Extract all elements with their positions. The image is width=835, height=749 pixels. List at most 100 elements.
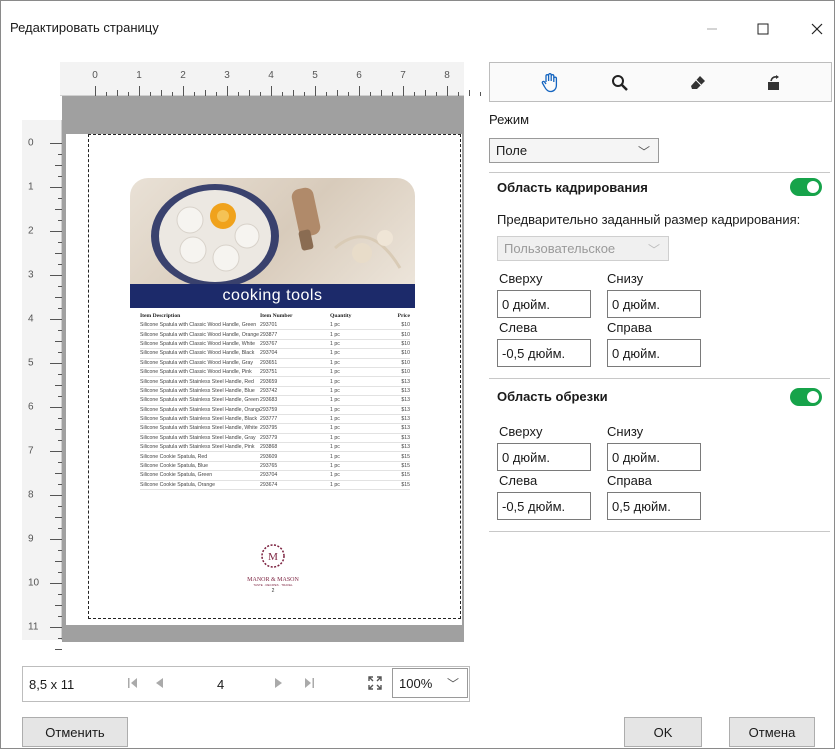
table-cell: $13: [401, 444, 410, 451]
eraser-icon[interactable]: [678, 69, 718, 97]
table-cell: Silicone Spatula with Stainless Steel Ha…: [140, 416, 258, 423]
ruler-tick: [55, 297, 62, 298]
table-row: Silicone Cookie Spatula, Red 293609 1 pc $1…: [140, 452, 410, 462]
ruler-tick: [55, 165, 62, 166]
crop-area-title: Область кадрирования: [497, 180, 648, 195]
ruler-tick: [50, 275, 62, 276]
ruler-label: 11: [28, 621, 39, 633]
ruler-tick: [50, 495, 62, 496]
crop-left-input[interactable]: -0,5 дюйм.: [497, 339, 591, 367]
trim-area-toggle[interactable]: [790, 388, 822, 406]
zoom-dropdown[interactable]: 100% ﹀: [392, 668, 468, 698]
table-cell: Silicone Cookie Spatula, Green: [140, 472, 213, 479]
reset-button[interactable]: Отменить: [22, 717, 128, 747]
preset-value: Пользовательское: [504, 241, 616, 256]
table-cell: 1 pc: [330, 340, 340, 347]
table-cell: $15: [401, 463, 410, 470]
ruler-label: 2: [28, 225, 34, 237]
rotate-page-icon[interactable]: [754, 69, 794, 97]
crop-top-input[interactable]: 0 дюйм.: [497, 290, 591, 318]
page-number-field[interactable]: 4: [217, 677, 224, 692]
table-cell: 293683: [260, 397, 278, 404]
close-icon[interactable]: [802, 14, 832, 44]
table-cell: 1 pc: [330, 350, 340, 357]
table-cell: 293759: [260, 406, 278, 413]
ruler-label: 6: [28, 401, 34, 413]
table-cell: $13: [401, 434, 410, 441]
table-row: Silicone Spatula with Stainless Steel Ha…: [140, 434, 410, 444]
ruler-tick: [55, 561, 62, 562]
hand-icon[interactable]: [530, 69, 570, 97]
table-cell: Silicone Cookie Spatula, Red: [140, 453, 208, 460]
ruler-label: 1: [28, 181, 34, 193]
mode-label: Режим: [489, 112, 530, 127]
table-row: Silicone Spatula with Classic Wood Handl…: [140, 321, 410, 331]
mode-dropdown[interactable]: Поле ﹀: [489, 138, 659, 163]
trim-top-label: Сверху: [499, 424, 543, 439]
cancel-button[interactable]: Отмена: [729, 717, 815, 747]
ruler-tick: [50, 363, 62, 364]
fit-page-icon[interactable]: [367, 675, 383, 694]
chevron-down-icon: ﹀: [446, 677, 459, 691]
table-cell: 1 pc: [330, 472, 340, 479]
crop-right-input[interactable]: 0 дюйм.: [607, 339, 701, 367]
maximize-icon[interactable]: [748, 14, 778, 44]
table-cell: 1 pc: [330, 453, 340, 460]
last-page-icon[interactable]: [303, 676, 315, 693]
ruler-label: 3: [224, 70, 230, 81]
table-cell: Silicone Cookie Spatula, Blue: [140, 463, 209, 470]
crop-area-toggle[interactable]: [790, 178, 822, 196]
table-cell: Silicone Spatula with Classic Wood Handl…: [140, 331, 259, 338]
ruler-label: 7: [28, 445, 34, 457]
logo-tagline: TASTE · RECIPES · TRAVEL: [253, 583, 293, 587]
table-cell: 293701: [260, 322, 278, 329]
table-row: Silicone Spatula with Classic Wood Handl…: [140, 368, 410, 378]
divider: [489, 172, 830, 173]
ruler-tick: [95, 86, 96, 96]
table-row: Silicone Spatula with Stainless Steel Ha…: [140, 387, 410, 397]
trim-top-input[interactable]: 0 дюйм.: [497, 443, 591, 471]
table-cell: 1 pc: [330, 425, 340, 432]
trim-right-input[interactable]: 0,5 дюйм.: [607, 492, 701, 520]
table-cell: Silicone Spatula with Stainless Steel Ha…: [140, 444, 255, 451]
mode-value: Поле: [496, 143, 528, 158]
ruler-tick: [50, 143, 62, 144]
trim-bottom-label: Снизу: [607, 424, 644, 439]
trim-bottom-input[interactable]: 0 дюйм.: [607, 443, 701, 471]
table-cell: 1 pc: [330, 369, 340, 376]
table-cell: 293877: [260, 331, 278, 338]
minimize-icon[interactable]: [697, 14, 727, 44]
preset-dropdown[interactable]: Пользовательское ﹀: [497, 236, 669, 261]
table-cell: 1 pc: [330, 397, 340, 404]
table-cell: $15: [401, 472, 410, 479]
crop-bottom-input[interactable]: 0 дюйм.: [607, 290, 701, 318]
table-cell: Silicone Spatula with Classic Wood Handl…: [140, 350, 255, 357]
table-cell: $13: [401, 397, 410, 404]
ruler-tick: [403, 86, 404, 96]
trim-area-title: Область обрезки: [497, 389, 608, 404]
ruler-label: 5: [312, 70, 318, 81]
trim-left-input[interactable]: -0,5 дюйм.: [497, 492, 591, 520]
next-page-icon[interactable]: [273, 676, 285, 693]
zoom-value: 100%: [399, 675, 433, 691]
ruler-label: 0: [92, 70, 98, 81]
magnifier-icon[interactable]: [600, 69, 640, 97]
table-cell: 293674: [260, 481, 278, 488]
table-cell: 293742: [260, 387, 278, 394]
table-cell: $10: [401, 359, 410, 366]
ruler-tick: [469, 90, 470, 96]
header-cell: Item Description: [140, 313, 181, 319]
ruler-label: 2: [180, 70, 186, 81]
table-cell: Silicone Cookie Spatula, Orange: [140, 481, 215, 488]
ruler-tick: [50, 539, 62, 540]
ok-button[interactable]: OK: [624, 717, 702, 747]
ruler-tick: [359, 86, 360, 96]
table-cell: Silicone Spatula with Classic Wood Handl…: [140, 322, 257, 329]
ruler-label: 3: [28, 269, 34, 281]
ruler-tick: [55, 253, 62, 254]
first-page-icon[interactable]: [127, 676, 139, 693]
table-row: Silicone Cookie Spatula, Orange 293674 1 p…: [140, 481, 410, 491]
ruler-label: 8: [444, 70, 450, 81]
previous-page-icon[interactable]: [153, 676, 165, 693]
table-cell: Silicone Spatula with Classic Wood Handl…: [140, 340, 255, 347]
